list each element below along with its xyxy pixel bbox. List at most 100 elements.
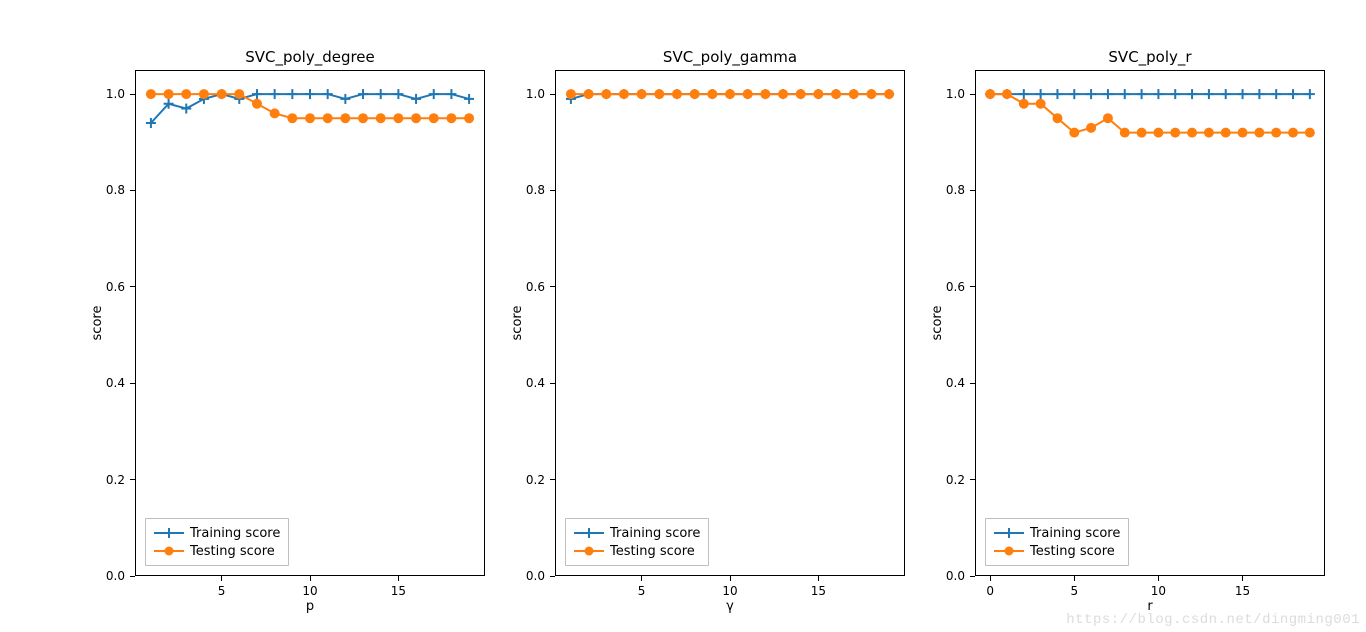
plus-marker bbox=[411, 94, 421, 104]
y-tick-mark bbox=[970, 576, 975, 577]
plus-marker bbox=[1103, 89, 1113, 99]
dot-marker bbox=[866, 89, 876, 99]
y-tick-label: 0.8 bbox=[946, 183, 965, 197]
dot-marker bbox=[619, 89, 629, 99]
legend-row-testing: Testing score bbox=[154, 542, 280, 560]
x-tick-label: 15 bbox=[811, 584, 826, 598]
dot-marker bbox=[252, 99, 262, 109]
plus-marker bbox=[1069, 89, 1079, 99]
dot-marker bbox=[760, 89, 770, 99]
legend-swatch-testing bbox=[574, 544, 604, 558]
y-axis-label: score bbox=[90, 306, 105, 341]
y-tick-label: 0.6 bbox=[946, 280, 965, 294]
legend-swatch-training bbox=[154, 526, 184, 540]
y-tick-mark bbox=[970, 94, 975, 95]
y-axis-label: score bbox=[510, 306, 525, 341]
dot-marker bbox=[1103, 113, 1113, 123]
dot-marker bbox=[411, 113, 421, 123]
legend-label-testing: Testing score bbox=[610, 544, 695, 559]
x-tick-label: 10 bbox=[302, 584, 317, 598]
dot-icon bbox=[1005, 547, 1014, 556]
plus-marker bbox=[1120, 89, 1130, 99]
plus-marker bbox=[358, 89, 368, 99]
dot-marker bbox=[376, 113, 386, 123]
y-axis-label: score bbox=[930, 306, 945, 341]
y-tick-mark bbox=[550, 94, 555, 95]
plus-marker bbox=[323, 89, 333, 99]
legend-label-training: Training score bbox=[190, 526, 280, 541]
dot-marker bbox=[1137, 128, 1147, 138]
plus-icon bbox=[1004, 528, 1014, 538]
dot-marker bbox=[305, 113, 315, 123]
dot-marker bbox=[340, 113, 350, 123]
y-tick-label: 0.6 bbox=[106, 280, 125, 294]
y-tick-label: 0.6 bbox=[526, 280, 545, 294]
dot-marker bbox=[287, 113, 297, 123]
plus-marker bbox=[1137, 89, 1147, 99]
dot-marker bbox=[690, 89, 700, 99]
x-tick-mark bbox=[990, 576, 991, 581]
dot-marker bbox=[584, 89, 594, 99]
y-tick-label: 0.8 bbox=[526, 183, 545, 197]
x-tick-mark bbox=[1158, 576, 1159, 581]
plus-marker bbox=[376, 89, 386, 99]
plot-svg bbox=[555, 70, 905, 576]
dot-marker bbox=[654, 89, 664, 99]
dot-marker bbox=[884, 89, 894, 99]
y-tick-mark bbox=[130, 576, 135, 577]
plus-marker bbox=[1305, 89, 1315, 99]
dot-marker bbox=[1238, 128, 1248, 138]
watermark-text: https://blog.csdn.net/dingming001 bbox=[1066, 612, 1360, 628]
legend-label-testing: Testing score bbox=[190, 544, 275, 559]
dot-marker bbox=[1254, 128, 1264, 138]
plus-marker bbox=[270, 89, 280, 99]
x-tick-label: 15 bbox=[391, 584, 406, 598]
x-tick-mark bbox=[641, 576, 642, 581]
dot-marker bbox=[1170, 128, 1180, 138]
dot-marker bbox=[199, 89, 209, 99]
dot-marker bbox=[778, 89, 788, 99]
plus-marker bbox=[429, 89, 439, 99]
dot-marker bbox=[1153, 128, 1163, 138]
y-tick-mark bbox=[550, 479, 555, 480]
x-tick-mark bbox=[1074, 576, 1075, 581]
plus-marker bbox=[181, 104, 191, 114]
dot-marker bbox=[464, 113, 474, 123]
dot-marker bbox=[1221, 128, 1231, 138]
y-tick-label: 0.2 bbox=[946, 473, 965, 487]
y-tick-label: 1.0 bbox=[106, 87, 125, 101]
y-tick-label: 0.2 bbox=[526, 473, 545, 487]
plus-marker bbox=[287, 89, 297, 99]
x-tick-label: 10 bbox=[1151, 584, 1166, 598]
legend-row-training: Training score bbox=[994, 524, 1120, 542]
y-tick-label: 0.4 bbox=[526, 376, 545, 390]
dot-marker bbox=[813, 89, 823, 99]
dot-marker bbox=[270, 108, 280, 118]
subplot-gamma: SVC_poly_gamma score γ Training score Te… bbox=[555, 70, 905, 576]
plus-marker bbox=[1238, 89, 1248, 99]
dot-marker bbox=[743, 89, 753, 99]
y-tick-mark bbox=[130, 479, 135, 480]
dot-marker bbox=[1187, 128, 1197, 138]
plus-marker bbox=[1204, 89, 1214, 99]
y-tick-mark bbox=[550, 576, 555, 577]
plus-icon bbox=[584, 528, 594, 538]
dot-marker bbox=[146, 89, 156, 99]
y-tick-label: 1.0 bbox=[946, 87, 965, 101]
y-tick-label: 0.0 bbox=[106, 569, 125, 583]
legend: Training score Testing score bbox=[985, 518, 1129, 566]
y-tick-label: 1.0 bbox=[526, 87, 545, 101]
dot-marker bbox=[181, 89, 191, 99]
legend: Training score Testing score bbox=[565, 518, 709, 566]
y-tick-label: 0.0 bbox=[946, 569, 965, 583]
dot-marker bbox=[1288, 128, 1298, 138]
y-tick-mark bbox=[130, 383, 135, 384]
x-tick-mark bbox=[310, 576, 311, 581]
chart-title: SVC_poly_gamma bbox=[555, 48, 905, 66]
plus-marker bbox=[1187, 89, 1197, 99]
dot-marker bbox=[985, 89, 995, 99]
legend-row-training: Training score bbox=[574, 524, 700, 542]
y-tick-mark bbox=[970, 190, 975, 191]
plus-marker bbox=[1170, 89, 1180, 99]
dot-marker bbox=[1002, 89, 1012, 99]
